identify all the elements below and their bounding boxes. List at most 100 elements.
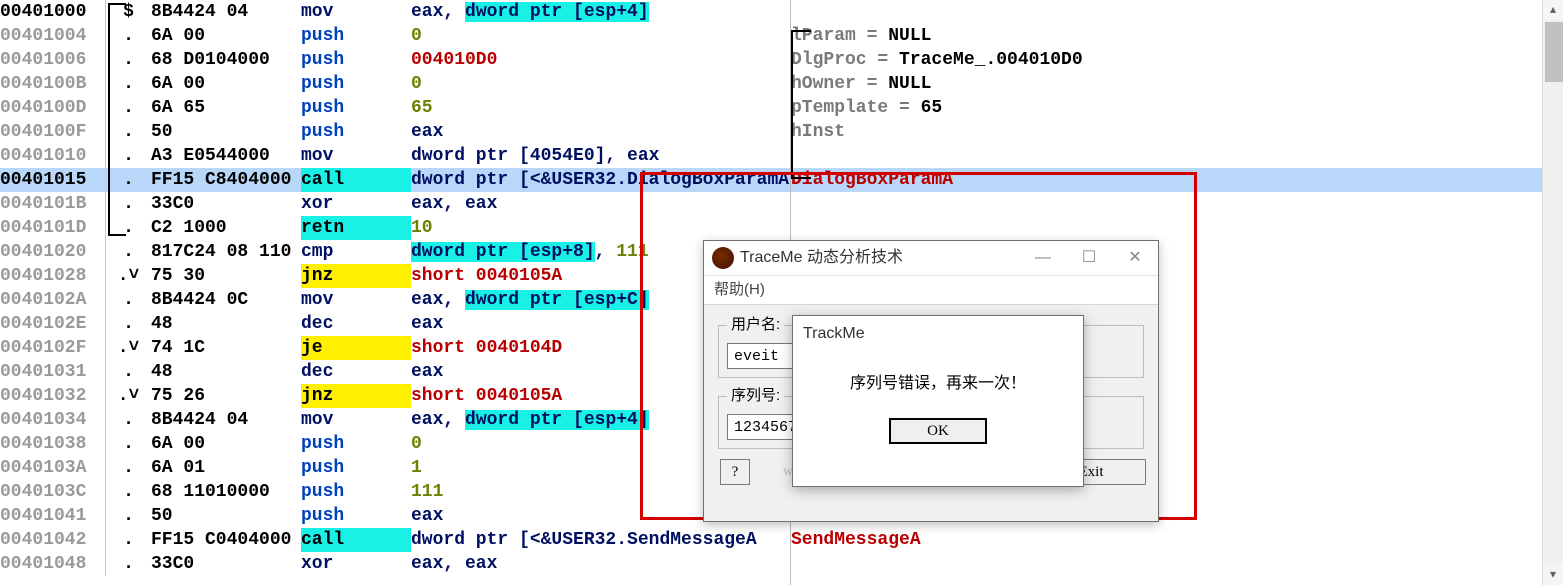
disasm-row[interactable]: 0040100D.6A 65push65pTemplate = 65 [0, 96, 1543, 120]
mnemonic: call [301, 528, 411, 552]
mnemonic: call [301, 168, 411, 192]
mnemonic: mov [301, 408, 411, 432]
bytes: 68 11010000 [151, 480, 301, 504]
disasm-row[interactable]: 00401006.68 D0104000push004010D0DlgProc … [0, 48, 1543, 72]
dialog-title: TraceMe 动态分析技术 [740, 246, 1020, 270]
marker: . [106, 72, 151, 96]
disasm-row[interactable]: 00401010.A3 E0544000movdword ptr [4054E0… [0, 144, 1543, 168]
mnemonic: je [301, 336, 411, 360]
mnemonic: push [301, 96, 411, 120]
address: 00401034 [0, 408, 106, 432]
disasm-row[interactable]: 0040100F.50pusheaxhInst [0, 120, 1543, 144]
mnemonic: xor [301, 552, 411, 576]
mnemonic: push [301, 72, 411, 96]
mnemonic: push [301, 120, 411, 144]
scroll-thumb[interactable] [1545, 22, 1563, 82]
close-button[interactable]: ✕ [1112, 241, 1158, 275]
comment: hOwner = NULL [791, 72, 1543, 96]
bytes: 75 30 [151, 264, 301, 288]
bytes: 8B4424 04 [151, 0, 301, 24]
marker: . [106, 144, 151, 168]
address: 0040100D [0, 96, 106, 120]
address: 00401041 [0, 504, 106, 528]
address: 0040102A [0, 288, 106, 312]
operands: 0 [411, 72, 791, 96]
bytes: C2 1000 [151, 216, 301, 240]
bytes: 6A 00 [151, 432, 301, 456]
operands: dword ptr [<&USER32.SendMessageA [411, 528, 791, 552]
messagebox-ok-button[interactable]: OK [889, 418, 987, 444]
menu-help[interactable]: 帮助(H) [704, 275, 1158, 305]
mnemonic: xor [301, 192, 411, 216]
bytes: 33C0 [151, 192, 301, 216]
help-button[interactable]: ? [720, 459, 750, 485]
bytes: A3 E0544000 [151, 144, 301, 168]
bytes: 75 26 [151, 384, 301, 408]
mnemonic: push [301, 48, 411, 72]
app-icon [712, 247, 734, 269]
mnemonic: push [301, 24, 411, 48]
mnemonic: push [301, 432, 411, 456]
disasm-row[interactable]: 00401004.6A 00push0lParam = NULL [0, 24, 1543, 48]
disasm-row[interactable]: 00401048.33C0xoreax, eax [0, 552, 1543, 576]
address: 0040103A [0, 456, 106, 480]
bytes: 6A 01 [151, 456, 301, 480]
minimize-button[interactable]: — [1020, 241, 1066, 275]
mnemonic: push [301, 456, 411, 480]
bytes: 68 D0104000 [151, 48, 301, 72]
bytes: FF15 C0404000 [151, 528, 301, 552]
marker: . [106, 456, 151, 480]
scroll-down-button[interactable]: ▾ [1543, 565, 1563, 585]
operands: dword ptr [4054E0], eax [411, 144, 791, 168]
address: 0040101D [0, 216, 106, 240]
comment: DlgProc = TraceMe_.004010D0 [791, 48, 1543, 72]
scroll-up-button[interactable]: ▴ [1543, 0, 1563, 20]
bytes: 48 [151, 360, 301, 384]
bytes: 50 [151, 120, 301, 144]
address: 0040101B [0, 192, 106, 216]
address: 00401010 [0, 144, 106, 168]
operands: 004010D0 [411, 48, 791, 72]
marker: . [106, 288, 151, 312]
marker: . [106, 24, 151, 48]
disasm-row[interactable]: 0040100B.6A 00push0hOwner = NULL [0, 72, 1543, 96]
marker: . [106, 240, 151, 264]
maximize-button[interactable]: ☐ [1066, 241, 1112, 275]
comment [791, 552, 1543, 576]
operands: 65 [411, 96, 791, 120]
address: 00401006 [0, 48, 106, 72]
marker: .˅ [106, 336, 151, 360]
marker: . [106, 216, 151, 240]
comment: hInst [791, 120, 1543, 144]
bytes: 6A 00 [151, 24, 301, 48]
mnemonic: mov [301, 0, 411, 24]
vertical-scrollbar[interactable]: ▴ ▾ [1542, 0, 1563, 585]
marker: .˅ [106, 384, 151, 408]
dialog-titlebar[interactable]: TraceMe 动态分析技术 — ☐ ✕ [704, 241, 1158, 275]
marker: $ [106, 0, 151, 24]
marker: . [106, 48, 151, 72]
bytes: 8B4424 04 [151, 408, 301, 432]
bytes: 6A 65 [151, 96, 301, 120]
comment [791, 0, 1543, 24]
marker: . [106, 120, 151, 144]
comment [791, 144, 1543, 168]
mnemonic: jnz [301, 264, 411, 288]
operands: 0 [411, 24, 791, 48]
address: 00401000 [0, 0, 106, 24]
marker: . [106, 192, 151, 216]
address: 00401015 [0, 168, 106, 192]
bytes: 48 [151, 312, 301, 336]
marker: . [106, 528, 151, 552]
disasm-row[interactable]: 00401042.FF15 C0404000calldword ptr [<&U… [0, 528, 1543, 552]
bytes: 8B4424 0C [151, 288, 301, 312]
disasm-row[interactable]: 00401000$8B4424 04moveax, dword ptr [esp… [0, 0, 1543, 24]
messagebox: TrackMe 序列号错误，再来一次！ OK [792, 315, 1084, 487]
address: 00401020 [0, 240, 106, 264]
mnemonic: mov [301, 144, 411, 168]
address: 0040102F [0, 336, 106, 360]
mnemonic: jnz [301, 384, 411, 408]
comment: pTemplate = 65 [791, 96, 1543, 120]
marker: . [106, 312, 151, 336]
marker: . [106, 432, 151, 456]
